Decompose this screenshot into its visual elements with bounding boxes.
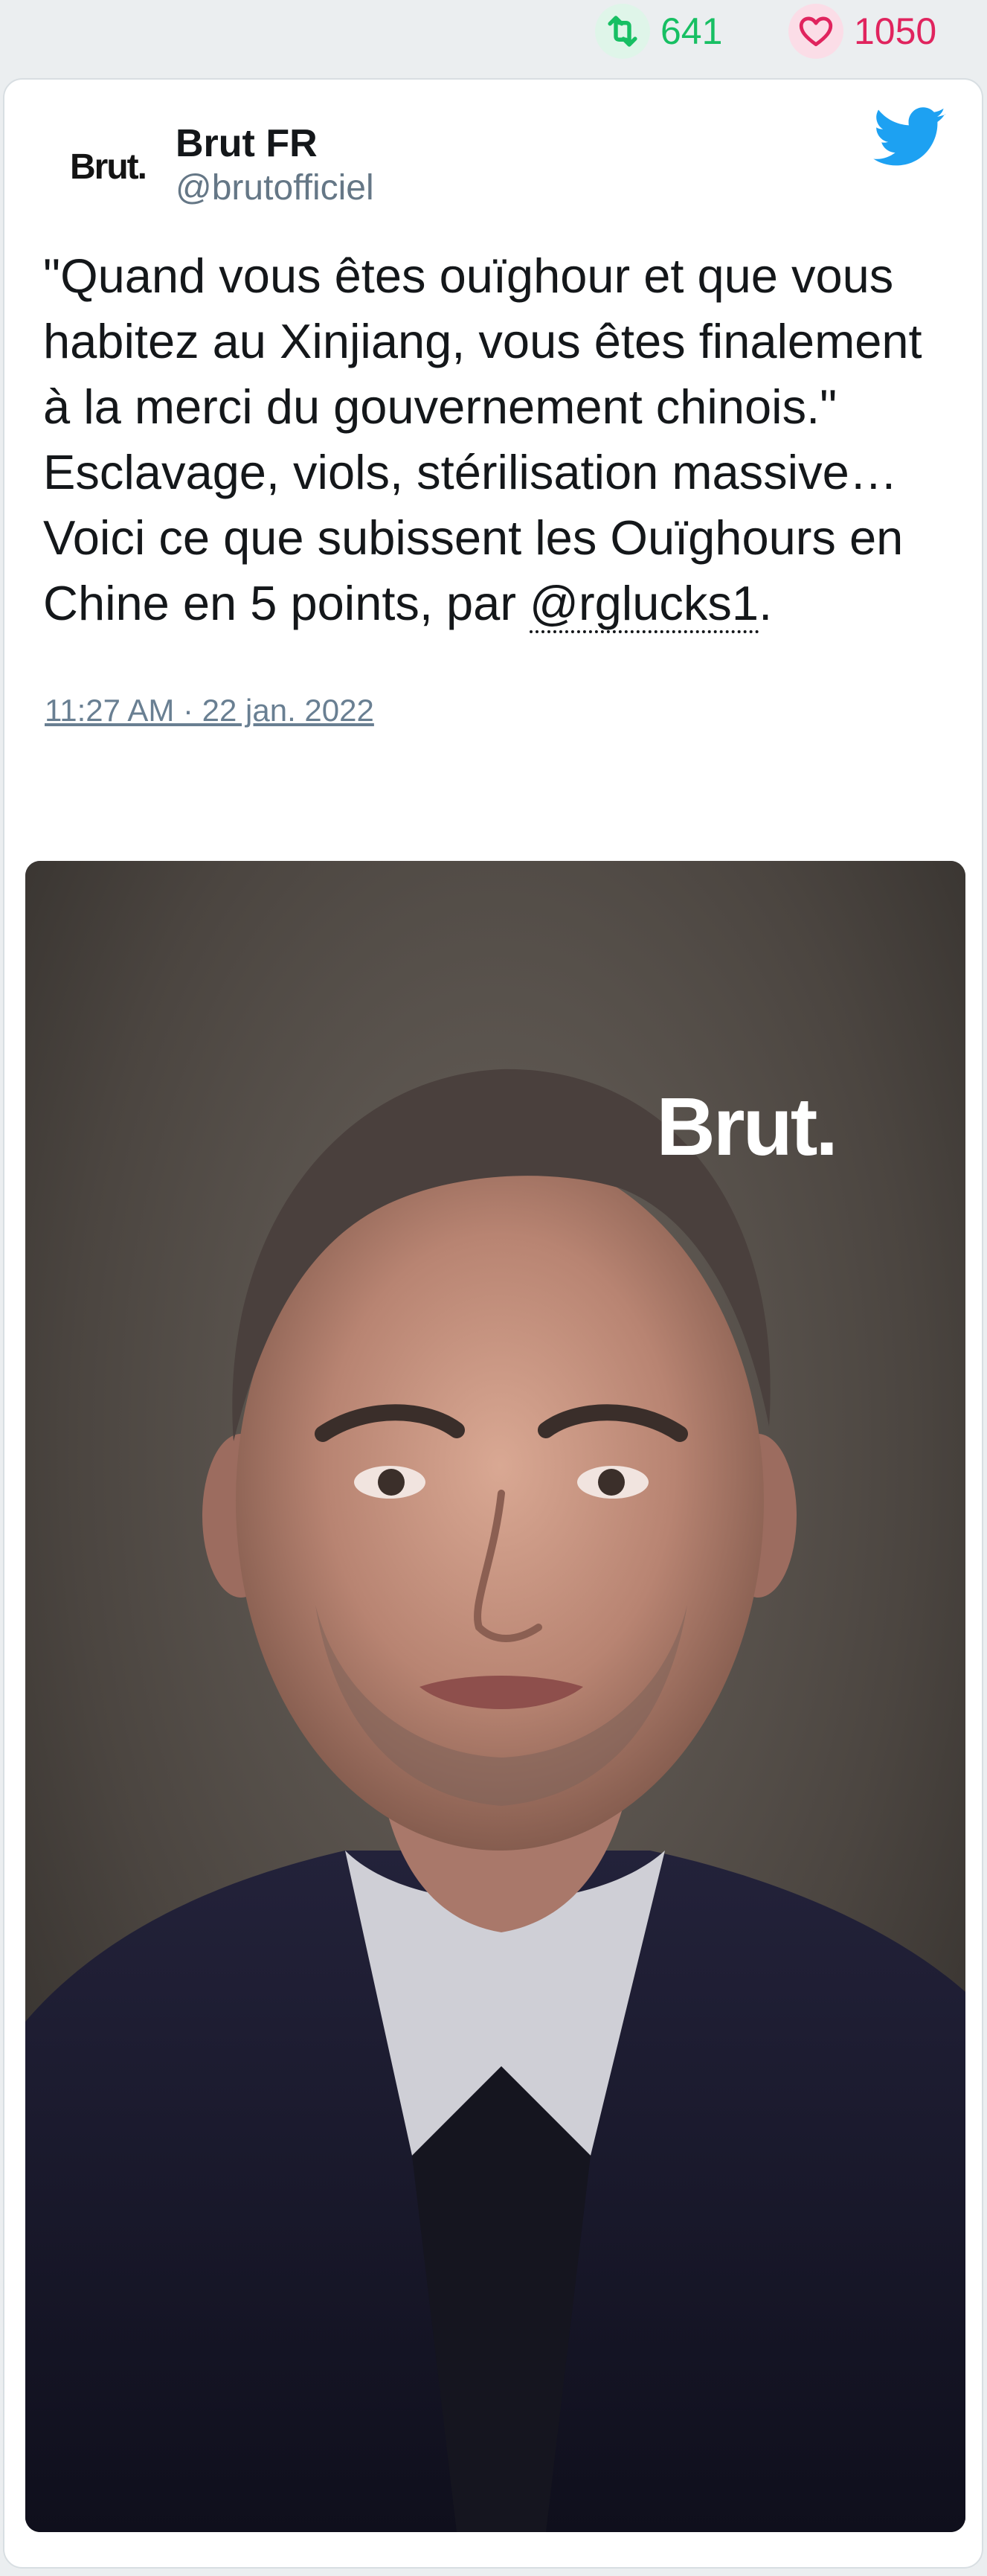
- avatar[interactable]: Brut.: [45, 126, 171, 208]
- page: 641 1050 Brut. Brut FR @brutofficiel "Qu…: [0, 0, 987, 2576]
- retweet-count[interactable]: 641: [595, 4, 723, 59]
- author-name[interactable]: Brut FR: [176, 121, 318, 166]
- retweet-icon: [595, 4, 650, 59]
- video-thumbnail[interactable]: Brut.: [25, 861, 965, 2532]
- author-handle[interactable]: @brutofficiel: [176, 167, 374, 208]
- tweet-timestamp[interactable]: 11:27 AM · 22 jan. 2022: [45, 693, 374, 728]
- twitter-bird-icon[interactable]: [873, 106, 948, 173]
- tweet-body-end: .: [759, 576, 773, 630]
- mention-link[interactable]: @rglucks1: [530, 576, 759, 633]
- video-thumbnail-illustration: Brut.: [25, 861, 965, 2532]
- tweet-card[interactable]: Brut. Brut FR @brutofficiel "Quand vous …: [3, 78, 983, 2569]
- media-watermark: Brut.: [656, 1081, 836, 1173]
- like-count-label: 1050: [854, 10, 937, 52]
- like-count[interactable]: 1050: [788, 4, 937, 59]
- tweet-body-text: "Quand vous êtes ouïghour et que vous ha…: [43, 249, 922, 630]
- tweet-text: "Quand vous êtes ouïghour et que vous ha…: [43, 243, 958, 636]
- heart-icon: [788, 4, 843, 59]
- tweet-stats-bar: 641 1050: [0, 0, 987, 74]
- avatar-logo-text: Brut.: [70, 147, 147, 187]
- retweet-count-label: 641: [660, 10, 723, 52]
